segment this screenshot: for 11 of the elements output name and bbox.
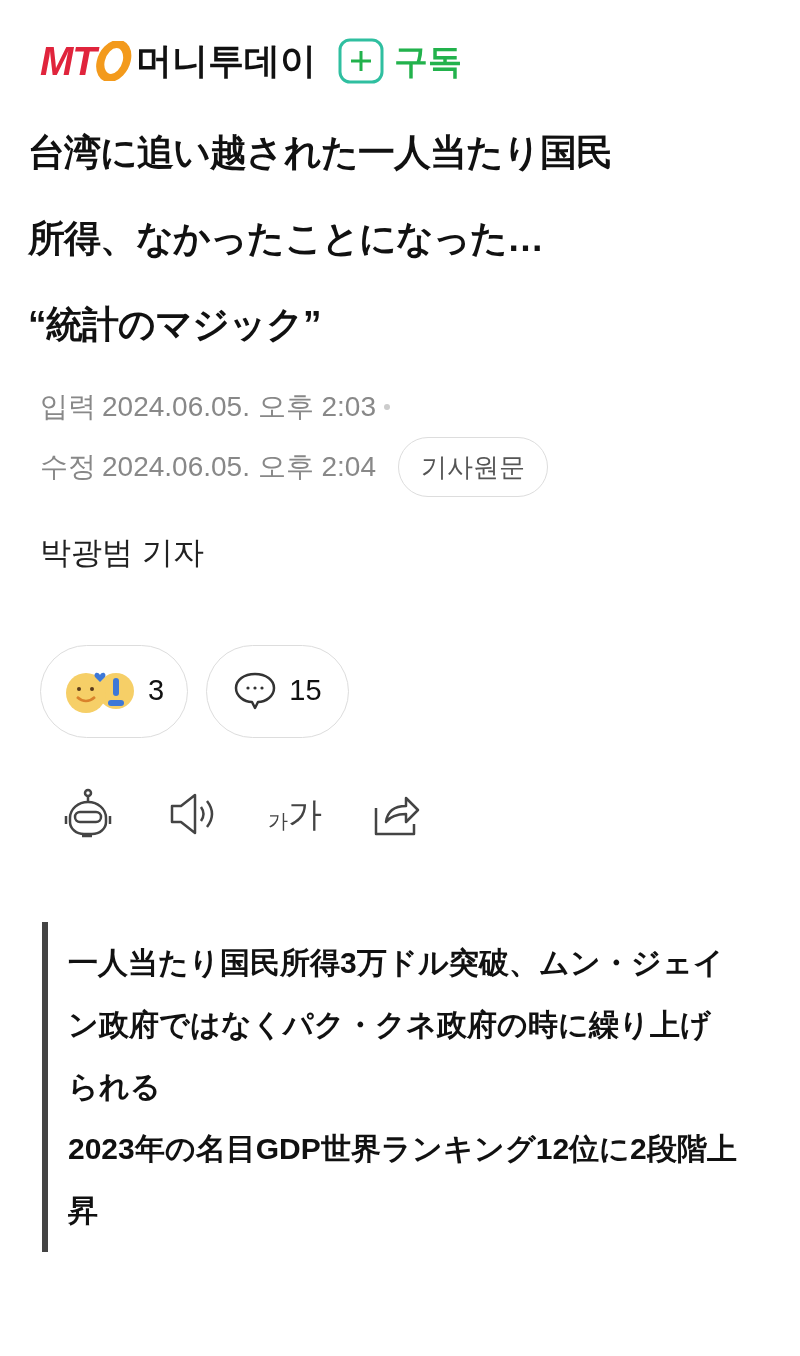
date-value: 2024.06.05. 오후 2:04 — [102, 450, 376, 484]
summary-text: 2023年の名目GDP世界ランキング12位に2段階上昇 — [68, 1130, 738, 1229]
font-size-button[interactable]: 가가 — [268, 796, 322, 831]
summary-text: 一人当たり国民所得3万ドル突破、ムン・ジェイン政府ではなくパク・クネ政府の時に繰り上げられる — [68, 944, 725, 1105]
plus-icon — [337, 38, 384, 84]
logo-name: 머니투데이 — [135, 43, 316, 79]
article-title: 台湾に追い越された一人当たり国民 所得、なかったことになった… “統計のマジック” — [27, 131, 614, 347]
date-value: 2024.06.05. 오후 2:03 — [102, 390, 376, 424]
reporter-name: 박광범 기자 — [39, 534, 205, 572]
date-label: 입력 — [40, 390, 96, 424]
date-label: 수정 — [40, 450, 96, 484]
